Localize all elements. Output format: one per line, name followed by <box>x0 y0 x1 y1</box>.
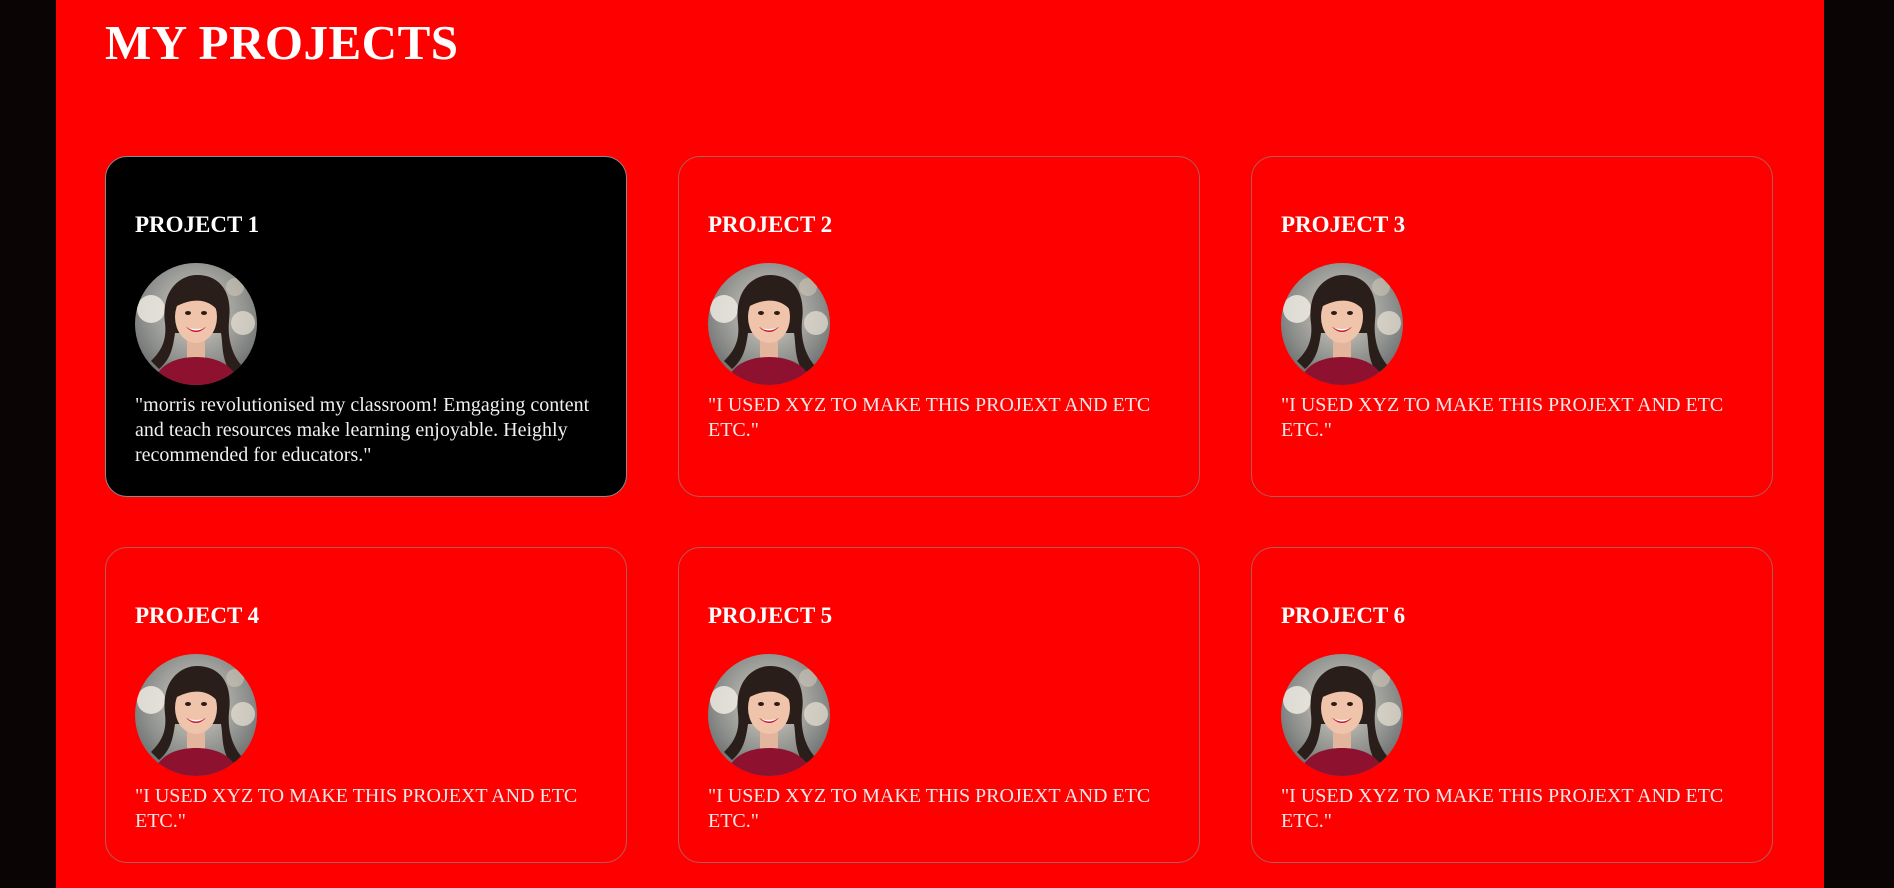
avatar <box>135 654 257 776</box>
project-title: PROJECT 3 <box>1281 212 1406 237</box>
project-card-6[interactable]: PROJECT 6 "I USED XYZ TO MAKE THIS PROJE… <box>1251 547 1773 863</box>
project-title: PROJECT 4 <box>135 603 260 628</box>
project-description: "I USED XYZ TO MAKE THIS PROJEXT AND ETC… <box>135 785 578 832</box>
page-title: MY PROJECTS <box>105 15 459 70</box>
project-title: PROJECT 5 <box>708 603 833 628</box>
project-description: "morris revolutionised my classroom! Emg… <box>135 394 590 466</box>
avatar <box>708 263 830 385</box>
project-description: "I USED XYZ TO MAKE THIS PROJEXT AND ETC… <box>1281 785 1724 832</box>
project-card-1[interactable]: PROJECT 1 "morris revolutionised my clas… <box>105 156 627 497</box>
avatar <box>135 263 257 385</box>
avatar <box>1281 654 1403 776</box>
avatar <box>1281 263 1403 385</box>
project-description: "I USED XYZ TO MAKE THIS PROJEXT AND ETC… <box>1281 394 1724 441</box>
project-title: PROJECT 1 <box>135 212 260 237</box>
project-title: PROJECT 2 <box>708 212 833 237</box>
project-description: "I USED XYZ TO MAKE THIS PROJEXT AND ETC… <box>708 394 1151 441</box>
project-card-2[interactable]: PROJECT 2 "I USED XYZ TO MAKE THIS PROJE… <box>678 156 1200 497</box>
avatar <box>708 654 830 776</box>
project-card-3[interactable]: PROJECT 3 "I USED XYZ TO MAKE THIS PROJE… <box>1251 156 1773 497</box>
project-card-4[interactable]: PROJECT 4 "I USED XYZ TO MAKE THIS PROJE… <box>105 547 627 863</box>
project-description: "I USED XYZ TO MAKE THIS PROJEXT AND ETC… <box>708 785 1151 832</box>
project-card-5[interactable]: PROJECT 5 "I USED XYZ TO MAKE THIS PROJE… <box>678 547 1200 863</box>
project-title: PROJECT 6 <box>1281 603 1406 628</box>
projects-section: MY PROJECTS PROJECT 1 "morris revolution… <box>56 0 1824 888</box>
